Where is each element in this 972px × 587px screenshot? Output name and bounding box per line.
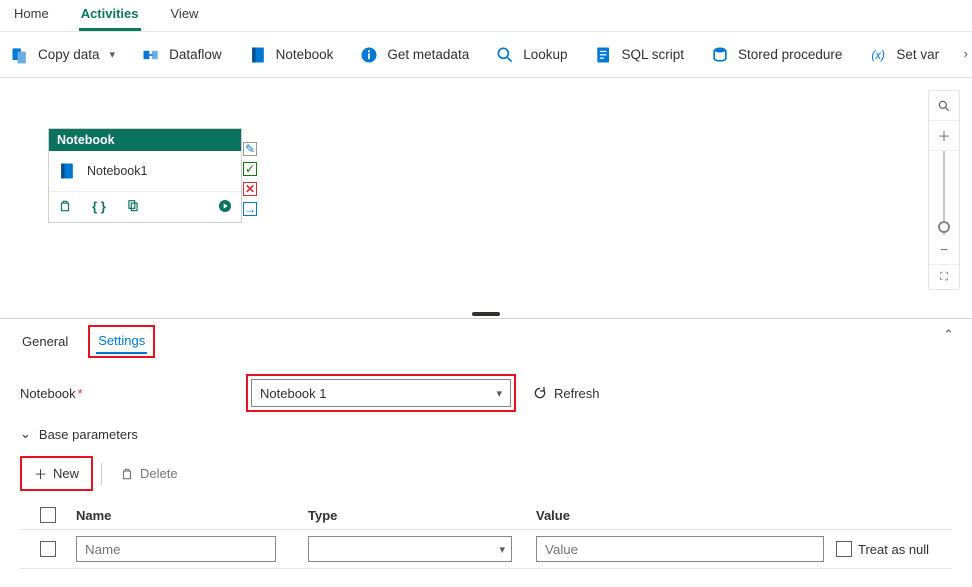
chevron-down-icon: ▾ — [496, 387, 502, 400]
activity-output-ports: ✎ ✓ ✕ → — [243, 142, 257, 216]
zoom-controls: ＋ − ⛶ — [928, 90, 960, 290]
port-edit-icon[interactable]: ✎ — [243, 142, 257, 156]
ribbon-lookup[interactable]: Lookup — [495, 45, 567, 65]
panel-resize-handle[interactable] — [472, 312, 500, 316]
new-parameter-button[interactable]: ＋ New — [24, 460, 89, 487]
ribbon-label: Copy data — [38, 47, 100, 62]
highlight-new-button: ＋ New — [20, 456, 93, 491]
separator — [101, 463, 102, 485]
ribbon-label: Notebook — [276, 47, 334, 62]
ribbon-sql-script[interactable]: SQL script — [594, 45, 685, 65]
svg-text:(x): (x) — [872, 49, 886, 62]
highlight-settings: Settings — [88, 325, 155, 358]
variable-icon: (x) — [868, 45, 888, 65]
ribbon-overflow-icon[interactable]: › — [964, 46, 968, 61]
sql-icon — [594, 45, 614, 65]
info-icon — [359, 45, 379, 65]
table-header: Name Type Value — [20, 501, 952, 530]
zoom-slider[interactable] — [929, 151, 959, 235]
zoom-fit-icon[interactable]: ⛶ — [929, 265, 959, 289]
panel-tabs: General Settings — [20, 325, 952, 358]
panel-tab-general[interactable]: General — [20, 330, 70, 353]
run-icon[interactable] — [217, 198, 233, 214]
highlight-notebook-dropdown: Notebook 1 ▾ — [246, 374, 516, 412]
port-failure-icon[interactable]: ✕ — [243, 182, 257, 196]
tab-activities[interactable]: Activities — [79, 6, 141, 31]
search-icon — [495, 45, 515, 65]
base-parameters-label: Base parameters — [39, 427, 138, 442]
activity-notebook-node[interactable]: Notebook Notebook1 { } — [48, 128, 242, 223]
copy-data-icon — [10, 45, 30, 65]
zoom-in-icon[interactable]: ＋ — [929, 121, 959, 151]
param-name-input[interactable] — [76, 536, 276, 562]
delete-parameter-button[interactable]: Delete — [110, 462, 188, 485]
refresh-button[interactable]: Refresh — [532, 385, 600, 401]
new-label: New — [53, 466, 79, 481]
copy-icon[interactable] — [125, 198, 141, 214]
tab-view[interactable]: View — [169, 6, 201, 31]
base-parameters-toggle[interactable]: ⌄ Base parameters — [20, 426, 952, 442]
col-value-header: Value — [536, 508, 836, 523]
parameters-table: Name Type Value ▾ Treat as null — [20, 501, 952, 569]
refresh-label: Refresh — [554, 386, 600, 401]
stored-procedure-icon — [710, 45, 730, 65]
port-success-icon[interactable]: ✓ — [243, 162, 257, 176]
ribbon-label: Get metadata — [387, 47, 469, 62]
notebook-selected-value: Notebook 1 — [260, 386, 327, 401]
code-braces-icon[interactable]: { } — [91, 198, 107, 214]
chevron-down-icon: ▾ — [499, 543, 505, 556]
pipeline-canvas[interactable]: Notebook Notebook1 { } ✎ ✓ ✕ → ＋ − ⛶ — [0, 78, 972, 318]
col-name-header: Name — [76, 508, 308, 523]
zoom-out-icon[interactable]: − — [929, 235, 959, 265]
ribbon-label: Set var — [896, 47, 939, 62]
properties-panel: ⌃ General Settings Notebook* Notebook 1 … — [0, 318, 972, 587]
chevron-down-icon: ⌄ — [20, 426, 31, 442]
param-value-input[interactable] — [536, 536, 824, 562]
trash-icon — [120, 467, 134, 481]
delete-label: Delete — [140, 466, 178, 481]
panel-tab-settings[interactable]: Settings — [96, 329, 147, 354]
refresh-icon — [532, 385, 548, 401]
row-checkbox[interactable] — [40, 541, 56, 557]
ribbon-copy-data[interactable]: Copy data ▾ — [10, 45, 115, 65]
ribbon-get-metadata[interactable]: Get metadata — [359, 45, 469, 65]
ribbon-label: Stored procedure — [738, 47, 842, 62]
activities-ribbon: Copy data ▾ Dataflow Notebook Get metada… — [0, 32, 972, 78]
plus-icon: ＋ — [34, 464, 47, 483]
ribbon-dataflow[interactable]: Dataflow — [141, 45, 222, 65]
treat-as-null-checkbox[interactable] — [836, 541, 852, 557]
select-all-checkbox[interactable] — [40, 507, 56, 523]
notebook-select[interactable]: Notebook 1 ▾ — [251, 379, 511, 407]
activity-type-label: Notebook — [49, 129, 241, 151]
delete-icon[interactable] — [57, 198, 73, 214]
notebook-icon — [57, 161, 77, 181]
collapse-panel-icon[interactable]: ⌃ — [943, 327, 954, 343]
treat-as-null-label: Treat as null — [858, 542, 929, 557]
port-completion-icon[interactable]: → — [243, 202, 257, 216]
ribbon-label: Lookup — [523, 47, 567, 62]
notebook-icon — [248, 45, 268, 65]
chevron-down-icon: ▾ — [110, 48, 116, 61]
param-type-select[interactable]: ▾ — [308, 536, 512, 562]
tab-home[interactable]: Home — [12, 6, 51, 31]
ribbon-set-variable[interactable]: (x) Set var — [868, 45, 939, 65]
dataflow-icon — [141, 45, 161, 65]
ribbon-stored-procedure[interactable]: Stored procedure — [710, 45, 842, 65]
table-row: ▾ Treat as null — [20, 530, 952, 569]
col-type-header: Type — [308, 508, 536, 523]
ribbon-notebook[interactable]: Notebook — [248, 45, 334, 65]
ribbon-label: SQL script — [622, 47, 685, 62]
canvas-search-icon[interactable] — [929, 91, 959, 121]
top-nav: Home Activities View — [0, 0, 972, 32]
notebook-field-label: Notebook* — [20, 386, 230, 401]
activity-name: Notebook1 — [87, 164, 147, 178]
ribbon-label: Dataflow — [169, 47, 222, 62]
